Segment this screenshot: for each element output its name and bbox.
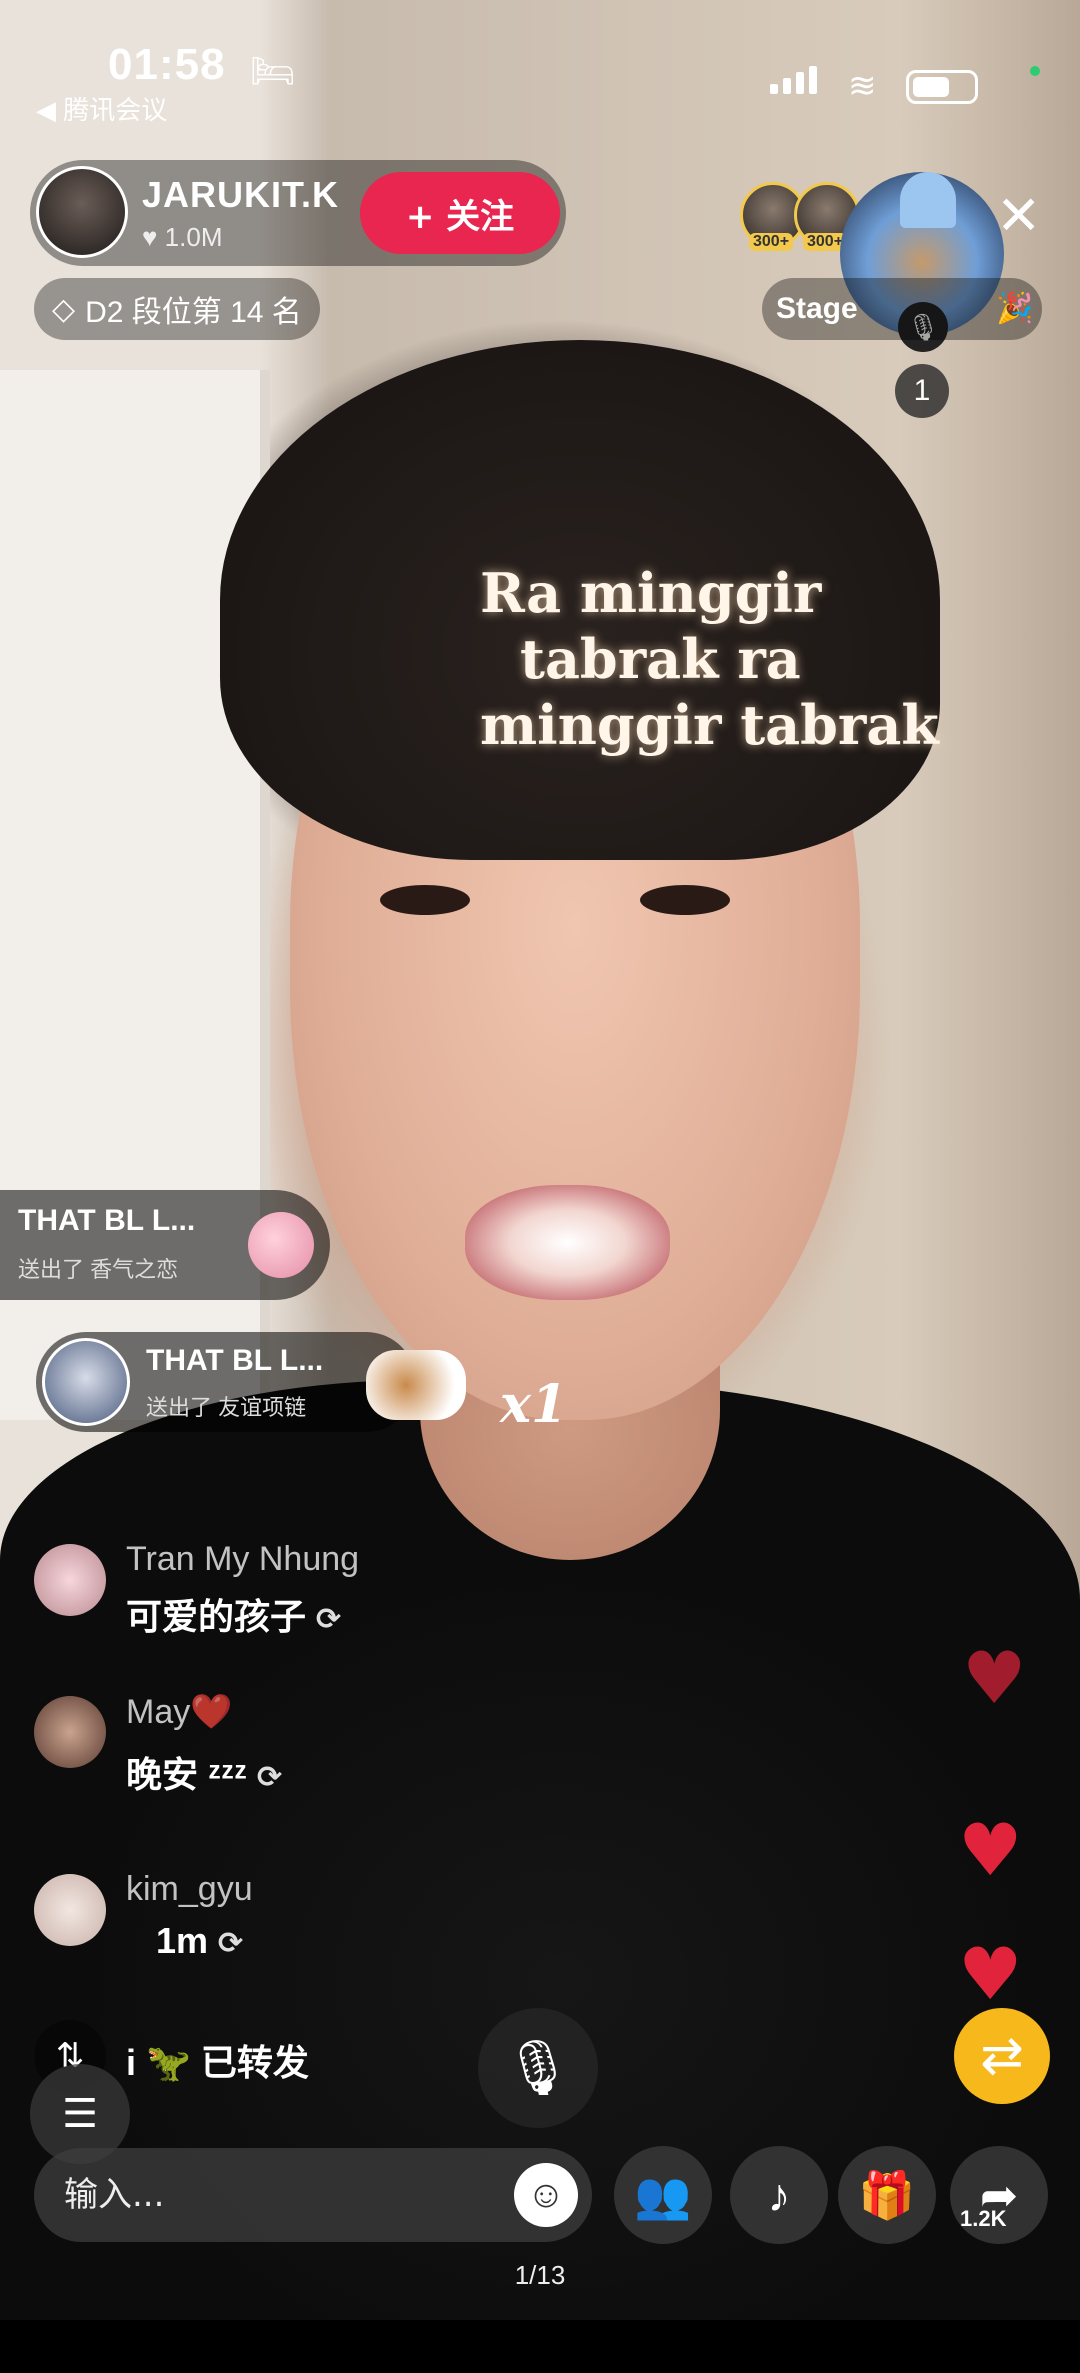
comment-body: 晚安 ᶻᶻᶻ ⟳ <box>126 1746 282 1798</box>
overlay-line-3: minggir tabrak <box>480 693 939 757</box>
commenter-name: Tran My Nhung <box>126 1540 360 1578</box>
translate-icon[interactable]: ⟳ <box>218 1926 243 1961</box>
follow-button[interactable]: + 关注 <box>360 172 560 254</box>
gift-sender-name: THAT BL L... <box>146 1344 324 1377</box>
comment-input-bar[interactable]: ☺ <box>34 2148 592 2242</box>
comment-body: 可爱的孩子 ⟳ <box>126 1588 341 1640</box>
host-avatar[interactable] <box>36 166 128 258</box>
bottom-bar <box>0 2320 1080 2373</box>
repost-button[interactable]: ⇄ <box>954 2008 1050 2104</box>
emoji-icon[interactable]: ☺ <box>514 2163 578 2227</box>
heart-icon: ♥ <box>142 222 158 252</box>
host-likes-count: 1.0M <box>164 222 223 252</box>
comment-text: 1m <box>156 1920 209 1961</box>
video-right-eye <box>640 885 730 915</box>
overlay-line-2: tabrak ra <box>520 627 801 691</box>
commenter-name: kim_gyu <box>126 1870 253 1908</box>
comment-input[interactable] <box>64 2168 504 2222</box>
translate-icon[interactable]: ⟳ <box>257 1760 282 1795</box>
friendship-necklace-gift-icon <box>366 1350 466 1420</box>
comment-body: 1m ⟳ <box>156 1920 243 1962</box>
effects-discount-button[interactable]: ♪ <box>730 2146 828 2244</box>
microphone-muted-button[interactable]: 🎙 <box>478 2008 598 2128</box>
floating-heart-icon: ♥ <box>962 1636 1027 1720</box>
battery-icon <box>906 70 978 104</box>
diamond-icon: ◇ <box>52 292 76 326</box>
share-count: 1.2K <box>960 2206 1007 2231</box>
guest-count: 1 <box>895 364 949 418</box>
commenter-avatar[interactable] <box>34 1544 106 1616</box>
video-left-eye <box>380 885 470 915</box>
stage-label: Stage <box>776 292 858 325</box>
cellular-signal-icon <box>770 66 817 94</box>
close-icon[interactable]: ✕ <box>996 184 1041 247</box>
commenter-name: May❤️ <box>126 1693 233 1731</box>
commenter-avatar[interactable] <box>34 1874 106 1946</box>
gift-button[interactable]: 🎁 <box>838 2146 936 2244</box>
guest-avatar-hat <box>900 172 956 228</box>
rank-pill[interactable]: ◇ D2 段位第 14 名 <box>34 278 320 340</box>
sleep-mode-icon: 🛏 <box>250 50 296 91</box>
host-likes: ♥ 1.0M <box>142 222 222 253</box>
gift-notice: THAT BL L... 送出了 香气之恋 <box>0 1190 330 1300</box>
perfume-gift-icon <box>248 1212 314 1278</box>
multi-guest-button[interactable]: 👥 <box>614 2146 712 2244</box>
video-text-overlay: Ra minggir tabrak ra minggir tabrak <box>480 560 1040 758</box>
stage-decor-icon: 🎉 <box>996 292 1034 325</box>
comment-text: 晚安 ᶻᶻᶻ <box>126 1754 248 1795</box>
status-time: 01:58 <box>108 40 226 89</box>
status-bar: 01:58 🛏 ◀ 腾讯会议 ≋ <box>0 0 1080 140</box>
floating-heart-icon: ♥ <box>958 1932 1023 2016</box>
back-to-app-link[interactable]: ◀ 腾讯会议 <box>36 90 167 127</box>
gift-text: 送出了 香气之恋 <box>18 1257 179 1282</box>
live-stream-screen: Ra minggir tabrak ra minggir tabrak 01:5… <box>0 0 1080 2373</box>
gift-sender-avatar <box>42 1338 130 1426</box>
overlay-line-1: Ra minggir <box>480 561 822 625</box>
commenter-avatar[interactable] <box>34 1696 106 1768</box>
page-indicator: 1/13 <box>514 2260 566 2290</box>
gift-sender-name: THAT BL L... <box>18 1204 196 1237</box>
camera-indicator-dot <box>1030 66 1040 76</box>
gift-combo-count: x1 <box>500 1374 568 1435</box>
stage-pill[interactable]: Stage 🎉 <box>762 278 1042 340</box>
gift-notice: THAT BL L... 送出了 友谊项链 <box>36 1332 466 1432</box>
comment-text: 可爱的孩子 <box>126 1596 307 1637</box>
rank-label: D2 段位第 14 名 <box>85 296 302 329</box>
viewer-rank-badge: 300+ <box>749 233 794 251</box>
gift-text: 送出了 友谊项链 <box>146 1395 307 1420</box>
video-streamer-mouth <box>465 1185 670 1300</box>
host-info-bar[interactable]: JARUKIT.K ♥ 1.0M + 关注 <box>30 160 566 266</box>
host-name: JARUKIT.K <box>142 174 340 215</box>
translate-icon[interactable]: ⟳ <box>316 1602 341 1637</box>
floating-heart-icon: ♥ <box>958 1808 1023 1892</box>
wifi-icon: ≋ <box>848 67 877 105</box>
share-event-text: i 🦖 已转发 <box>126 2042 309 2083</box>
